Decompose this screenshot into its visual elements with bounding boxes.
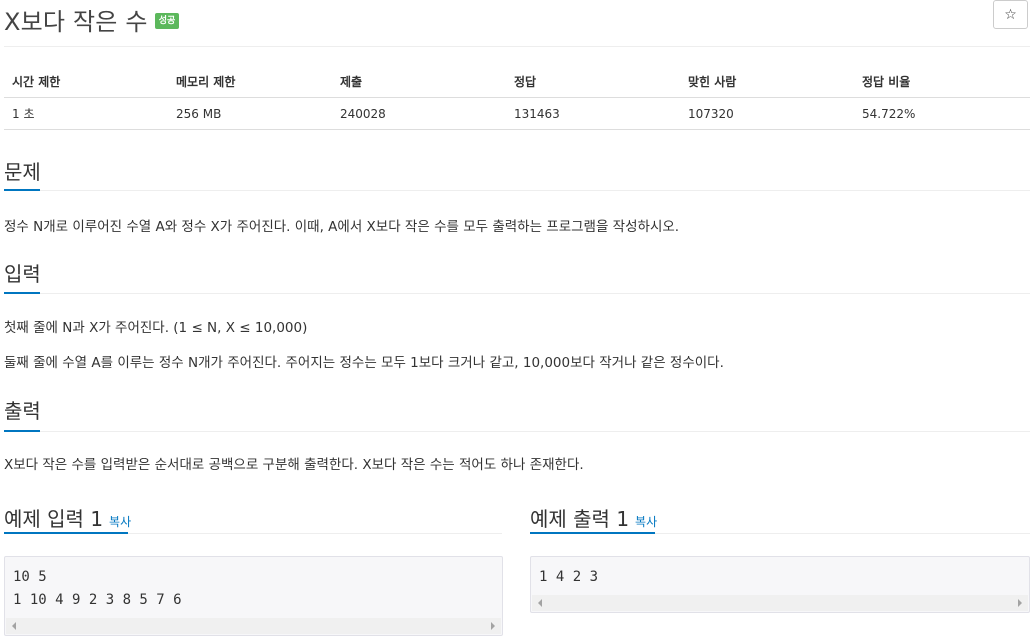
header-ratio: 정답 비율 <box>862 75 911 89</box>
sample-input-box: 10 5 1 10 4 9 2 3 8 5 7 6 <box>4 556 503 636</box>
header-time-limit: 시간 제한 <box>12 75 61 89</box>
sample-output-content: 1 4 2 3 <box>539 569 599 585</box>
page-title: X보다 작은 수 <box>4 7 148 36</box>
star-icon: ☆ <box>1004 6 1017 23</box>
table-header-row: 시간 제한 메모리 제한 제출 정답 맞힌 사람 정답 비율 <box>4 66 1030 98</box>
description-text: 정수 N개로 이루어진 수열 A와 정수 X가 주어진다. 이때, A에서 X보… <box>4 219 680 235</box>
sample-input-scrollbar[interactable] <box>6 618 501 634</box>
output-underline <box>4 430 40 432</box>
scroll-left-icon[interactable] <box>538 599 542 607</box>
output-text: X보다 작은 수를 입력받은 순서대로 공백으로 구분해 출력한다. X보다 작… <box>4 457 584 473</box>
value-accepted: 131463 <box>514 107 560 121</box>
sample-input-underline <box>4 532 128 534</box>
problem-page: X보다 작은 수 성공 ☆ 시간 제한 메모리 제한 제출 정답 맞힌 사람 정… <box>0 0 1034 643</box>
header-submissions: 제출 <box>340 75 363 89</box>
input-rule <box>4 293 1030 294</box>
copy-sample-output-button[interactable]: 복사 <box>635 513 657 530</box>
value-ratio: 54.722% <box>862 107 916 121</box>
header-solvers: 맞힌 사람 <box>688 75 737 89</box>
input-text-line2: 둘째 줄에 수열 A를 이루는 정수 N개가 주어진다. 주어지는 정수는 모두… <box>4 355 724 371</box>
scroll-left-icon[interactable] <box>12 622 16 630</box>
value-submissions: 240028 <box>340 107 386 121</box>
value-memory-limit: 256 MB <box>176 107 222 121</box>
description-heading: 문제 <box>4 160 41 184</box>
header-memory-limit: 메모리 제한 <box>176 75 236 89</box>
description-underline <box>4 189 40 191</box>
scroll-right-icon[interactable] <box>491 622 495 630</box>
sample-input-title: 예제 입력 1 <box>4 507 104 531</box>
sample-output-title: 예제 출력 1 <box>530 507 630 531</box>
table-row: 1 초 256 MB 240028 131463 107320 54.722% <box>4 98 1030 130</box>
output-rule <box>4 431 1030 432</box>
favorite-button[interactable]: ☆ <box>993 0 1028 29</box>
sample-input-heading: 예제 입력 1 복사 <box>4 503 131 532</box>
problem-info-table: 시간 제한 메모리 제한 제출 정답 맞힌 사람 정답 비율 1 초 256 M… <box>4 66 1030 130</box>
scroll-right-icon[interactable] <box>1018 599 1022 607</box>
sample-output-scrollbar[interactable] <box>532 595 1028 611</box>
sample-output-box: 1 4 2 3 <box>530 556 1030 613</box>
input-heading: 입력 <box>4 262 41 286</box>
value-solvers: 107320 <box>688 107 734 121</box>
description-rule <box>4 190 1030 191</box>
sample-output-heading: 예제 출력 1 복사 <box>530 503 657 532</box>
output-heading: 출력 <box>4 399 41 423</box>
sample-input-content: 10 5 1 10 4 9 2 3 8 5 7 6 <box>13 569 182 608</box>
header-accepted: 정답 <box>514 75 537 89</box>
value-time-limit: 1 초 <box>12 107 35 121</box>
sample-output-underline <box>530 532 655 534</box>
input-underline <box>4 292 40 294</box>
problem-header: X보다 작은 수 성공 <box>4 2 180 36</box>
status-badge: 성공 <box>154 13 180 29</box>
input-text-line1: 첫째 줄에 N과 X가 주어진다. (1 ≤ N, X ≤ 10,000) <box>4 320 308 336</box>
copy-sample-input-button[interactable]: 복사 <box>109 513 131 530</box>
header-divider <box>4 46 1030 47</box>
